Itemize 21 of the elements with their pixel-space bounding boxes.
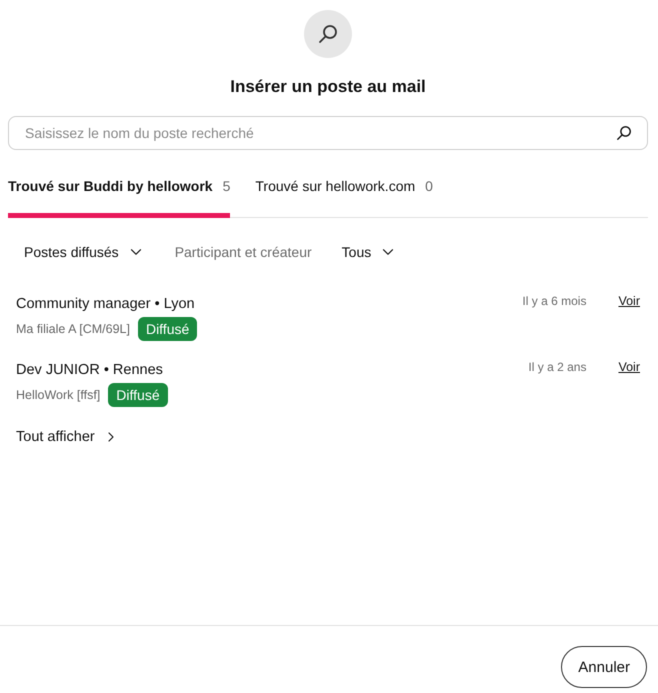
filter-dropdown[interactable]: Tous (342, 240, 398, 264)
posted-date: Il y a 2 ans (528, 360, 586, 374)
search-field[interactable]: Saisissez le nom du poste recherché (8, 116, 648, 150)
search-icon (304, 10, 352, 58)
job-title: Dev JUNIOR • Rennes (16, 361, 163, 380)
company-name: Ma filiale A [CM/69L] (16, 322, 130, 336)
posted-date: Il y a 6 mois (522, 294, 586, 308)
search-icon[interactable] (617, 126, 631, 140)
cancel-button[interactable]: Annuler (561, 646, 647, 688)
status-badge: Diffusé (108, 383, 168, 407)
tab[interactable]: Trouvé sur hellowork.com 0 (255, 170, 433, 218)
view-link[interactable]: Voir (618, 360, 640, 374)
show-all-button[interactable]: Tout afficher (16, 427, 119, 447)
job-title: Community manager • Lyon (16, 295, 195, 314)
dialog-title: Insérer un poste au mail (230, 76, 426, 98)
filter-dropdown[interactable]: Postes diffusés (24, 240, 145, 264)
tab[interactable]: Trouvé sur Buddi by hellowork 5 (8, 170, 230, 218)
view-link[interactable]: Voir (618, 294, 640, 308)
company-name: HelloWork [ffsf] (16, 388, 100, 402)
filter-option[interactable]: Participant et créateur (174, 240, 312, 264)
status-badge: Diffusé (138, 317, 198, 341)
